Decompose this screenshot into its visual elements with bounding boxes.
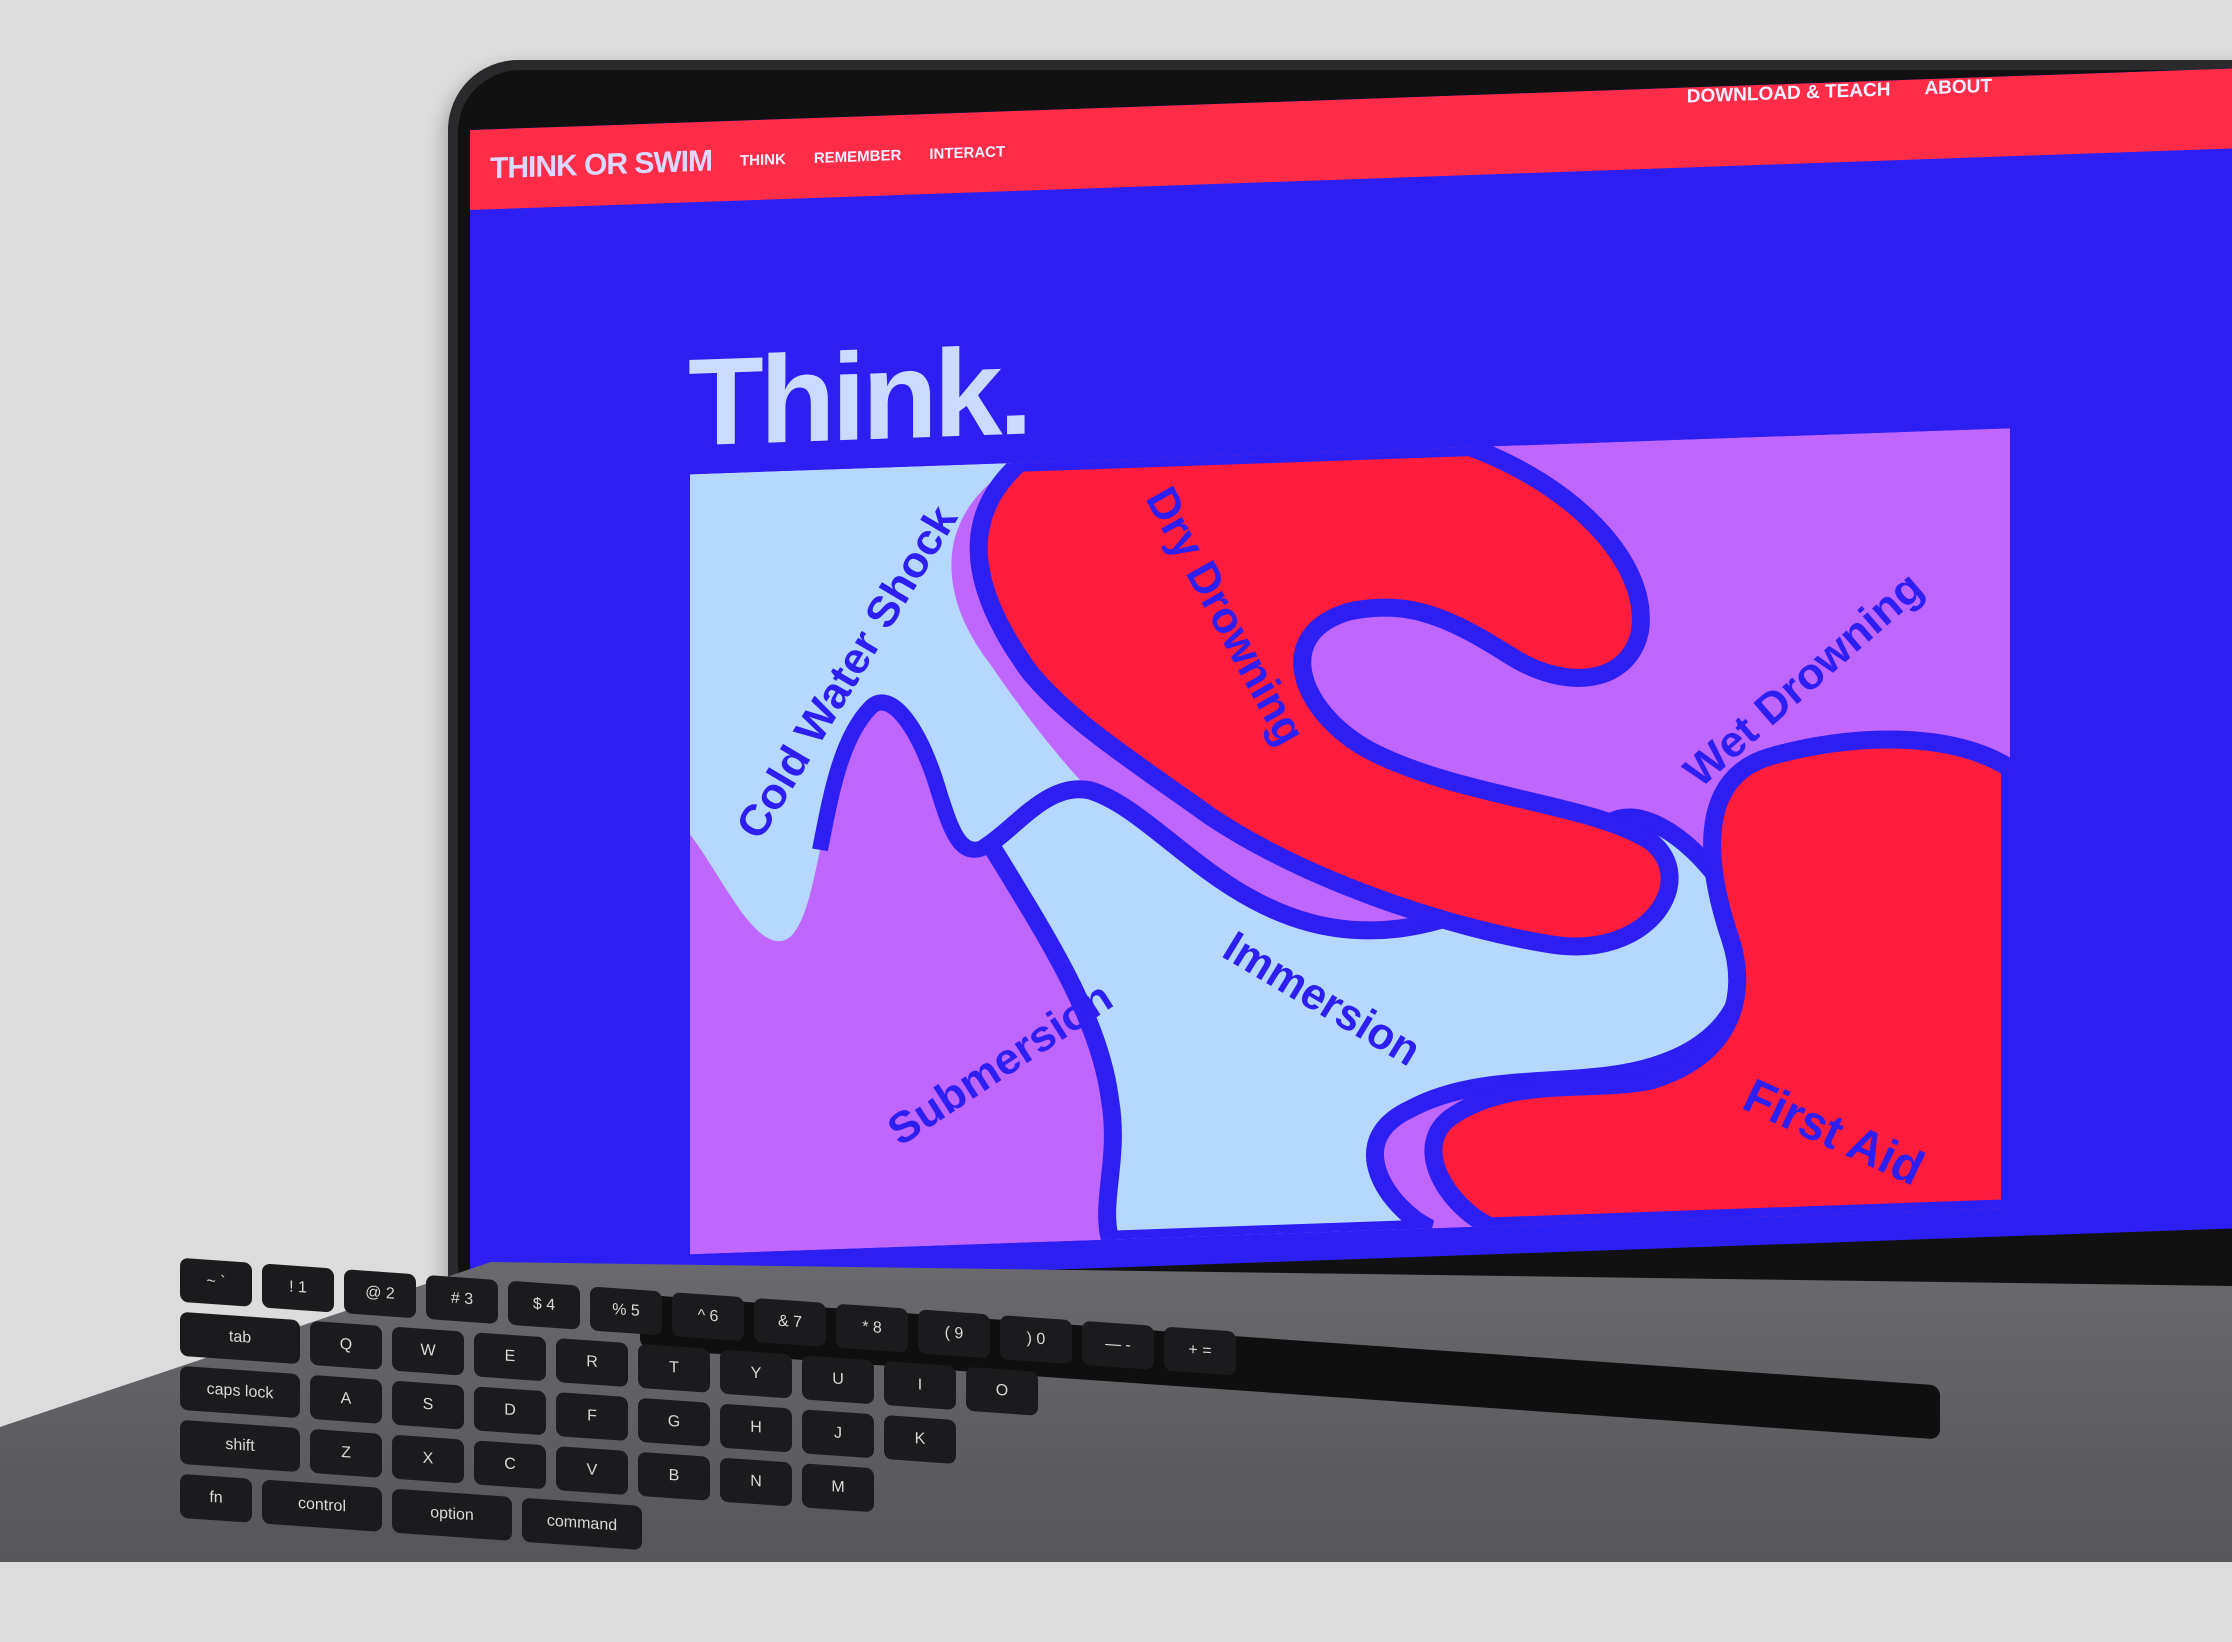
key[interactable]: Y bbox=[720, 1349, 792, 1399]
key[interactable]: S bbox=[392, 1380, 464, 1430]
key[interactable]: U bbox=[802, 1355, 874, 1405]
laptop-screen: THINK OR SWIM THINK REMEMBER INTERACT DO… bbox=[470, 68, 2232, 1290]
key[interactable]: tab bbox=[180, 1311, 300, 1365]
key[interactable]: & 7 bbox=[754, 1297, 826, 1347]
key[interactable]: $ 4 bbox=[508, 1280, 580, 1330]
key[interactable]: fn bbox=[180, 1473, 252, 1523]
key[interactable]: @ 2 bbox=[344, 1269, 416, 1319]
page-title: Think. bbox=[688, 322, 1030, 473]
key[interactable]: Z bbox=[310, 1428, 382, 1478]
nav-think[interactable]: THINK bbox=[740, 150, 786, 169]
brand-logo[interactable]: THINK OR SWIM bbox=[490, 145, 712, 187]
key[interactable]: Q bbox=[310, 1320, 382, 1370]
key[interactable]: I bbox=[884, 1360, 956, 1411]
key[interactable]: + = bbox=[1164, 1326, 1236, 1376]
key[interactable]: F bbox=[556, 1392, 628, 1442]
key[interactable]: X bbox=[392, 1434, 464, 1484]
key[interactable]: ! 1 bbox=[262, 1263, 334, 1313]
key[interactable]: D bbox=[474, 1386, 546, 1436]
key[interactable]: % 5 bbox=[590, 1286, 662, 1336]
key[interactable]: R bbox=[556, 1338, 628, 1388]
key[interactable]: V bbox=[556, 1446, 628, 1496]
topic-map-graphic: Cold Water Shock Dry Drowning Wet Drowni… bbox=[690, 428, 2010, 1255]
nav-about[interactable]: ABOUT bbox=[1924, 76, 1992, 100]
key[interactable]: G bbox=[638, 1397, 710, 1447]
nav-remember[interactable]: REMEMBER bbox=[814, 146, 902, 166]
key[interactable]: ( 9 bbox=[918, 1309, 990, 1359]
key[interactable]: H bbox=[720, 1403, 792, 1453]
key[interactable]: O bbox=[966, 1366, 1038, 1416]
key[interactable]: T bbox=[638, 1343, 710, 1393]
key[interactable]: ~ ` bbox=[180, 1257, 252, 1307]
key[interactable]: ^ 6 bbox=[672, 1292, 744, 1342]
key[interactable]: command bbox=[522, 1497, 642, 1551]
key[interactable]: B bbox=[638, 1451, 710, 1501]
key[interactable]: shift bbox=[180, 1419, 300, 1473]
key[interactable]: C bbox=[474, 1440, 546, 1490]
key[interactable]: K bbox=[884, 1414, 956, 1465]
key[interactable]: # 3 bbox=[426, 1274, 498, 1325]
key[interactable]: N bbox=[720, 1457, 792, 1507]
key[interactable]: M bbox=[802, 1463, 874, 1513]
key[interactable]: A bbox=[310, 1374, 382, 1424]
topic-map: Cold Water Shock Dry Drowning Wet Drowni… bbox=[690, 428, 2010, 1255]
key[interactable]: J bbox=[802, 1409, 874, 1459]
nav-interact[interactable]: INTERACT bbox=[929, 143, 1005, 163]
key[interactable]: control bbox=[262, 1479, 382, 1532]
key[interactable]: — - bbox=[1082, 1320, 1154, 1370]
key[interactable]: ) 0 bbox=[1000, 1315, 1072, 1365]
key[interactable]: option bbox=[392, 1488, 512, 1541]
key[interactable]: W bbox=[392, 1326, 464, 1376]
key[interactable]: caps lock bbox=[180, 1365, 300, 1419]
key[interactable]: E bbox=[474, 1332, 546, 1382]
key[interactable]: * 8 bbox=[836, 1303, 908, 1353]
